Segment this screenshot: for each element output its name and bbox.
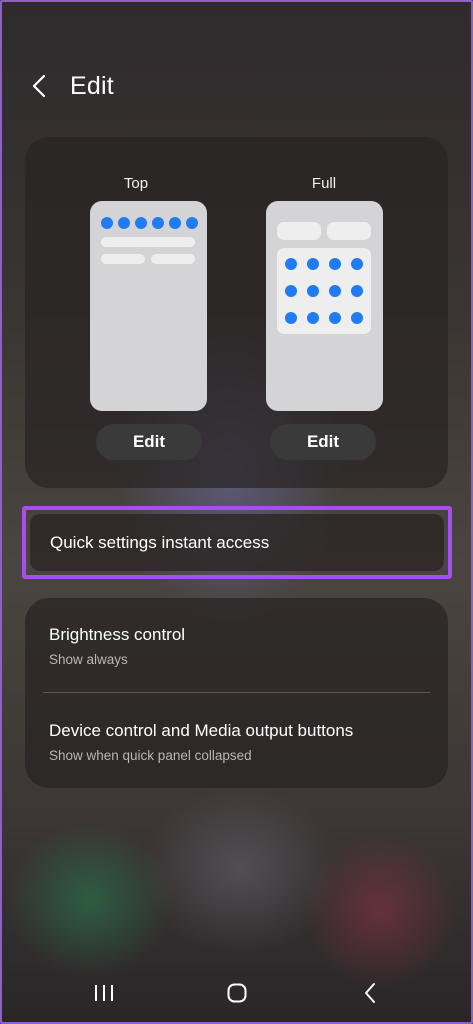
top-layout-preview [90, 201, 207, 411]
quick-tile-dot [351, 312, 363, 324]
quick-tile-dot [186, 217, 198, 229]
full-layout-label: Full [311, 175, 337, 192]
instant-access-highlight: Quick settings instant access [22, 506, 452, 579]
quick-tile-dot [285, 312, 297, 324]
recents-button[interactable] [84, 978, 124, 1008]
full-layout-preview [266, 201, 383, 411]
media-tile [277, 222, 321, 240]
home-icon [227, 983, 247, 1003]
recents-icon [95, 985, 113, 1001]
quick-tile-dot [307, 258, 319, 270]
instant-access-label: Quick settings instant access [50, 532, 270, 552]
quick-tile-dot [329, 258, 341, 270]
quick-tile-dot [118, 217, 130, 229]
quick-tile-dot [351, 258, 363, 270]
quick-tile-dot [329, 312, 341, 324]
device-bar [151, 254, 195, 264]
instant-access-item[interactable]: Quick settings instant access [30, 514, 444, 571]
navigation-bar [0, 972, 473, 1012]
divider [43, 692, 430, 693]
quick-tile-dot [169, 217, 181, 229]
top-layout-label: Top [123, 175, 149, 192]
back-icon [365, 983, 375, 1003]
back-nav-button[interactable] [350, 978, 390, 1008]
quick-tile-dot [329, 285, 341, 297]
brightness-bar [101, 237, 195, 247]
quick-tile-dot [351, 285, 363, 297]
quick-tile-dot [101, 217, 113, 229]
quick-tile-dot [307, 312, 319, 324]
device-control-item[interactable]: Device control and Media output buttons … [49, 721, 430, 763]
brightness-control-title: Brightness control [49, 625, 186, 644]
media-bar [101, 254, 145, 264]
layout-preview-card: Top Edit Full Edit [25, 137, 448, 488]
quick-tile-dot [135, 217, 147, 229]
quick-tile-dot [152, 217, 164, 229]
brightness-control-item[interactable]: Brightness control Show always [49, 625, 430, 667]
app-header: Edit [30, 64, 114, 108]
edit-full-button[interactable]: Edit [270, 424, 376, 460]
back-button[interactable] [30, 66, 60, 106]
quick-tile-dot [307, 285, 319, 297]
device-control-subtitle: Show when quick panel collapsed [49, 748, 252, 763]
edit-top-button[interactable]: Edit [96, 424, 202, 460]
home-button[interactable] [217, 978, 257, 1008]
quick-tile-dot [285, 285, 297, 297]
chevron-left-icon [32, 74, 46, 98]
brightness-control-subtitle: Show always [49, 652, 128, 667]
device-control-title: Device control and Media output buttons [49, 721, 354, 740]
page-title: Edit [70, 71, 114, 100]
settings-card: Brightness control Show always Device co… [25, 598, 448, 788]
device-tile [327, 222, 371, 240]
quick-tile-dot [285, 258, 297, 270]
